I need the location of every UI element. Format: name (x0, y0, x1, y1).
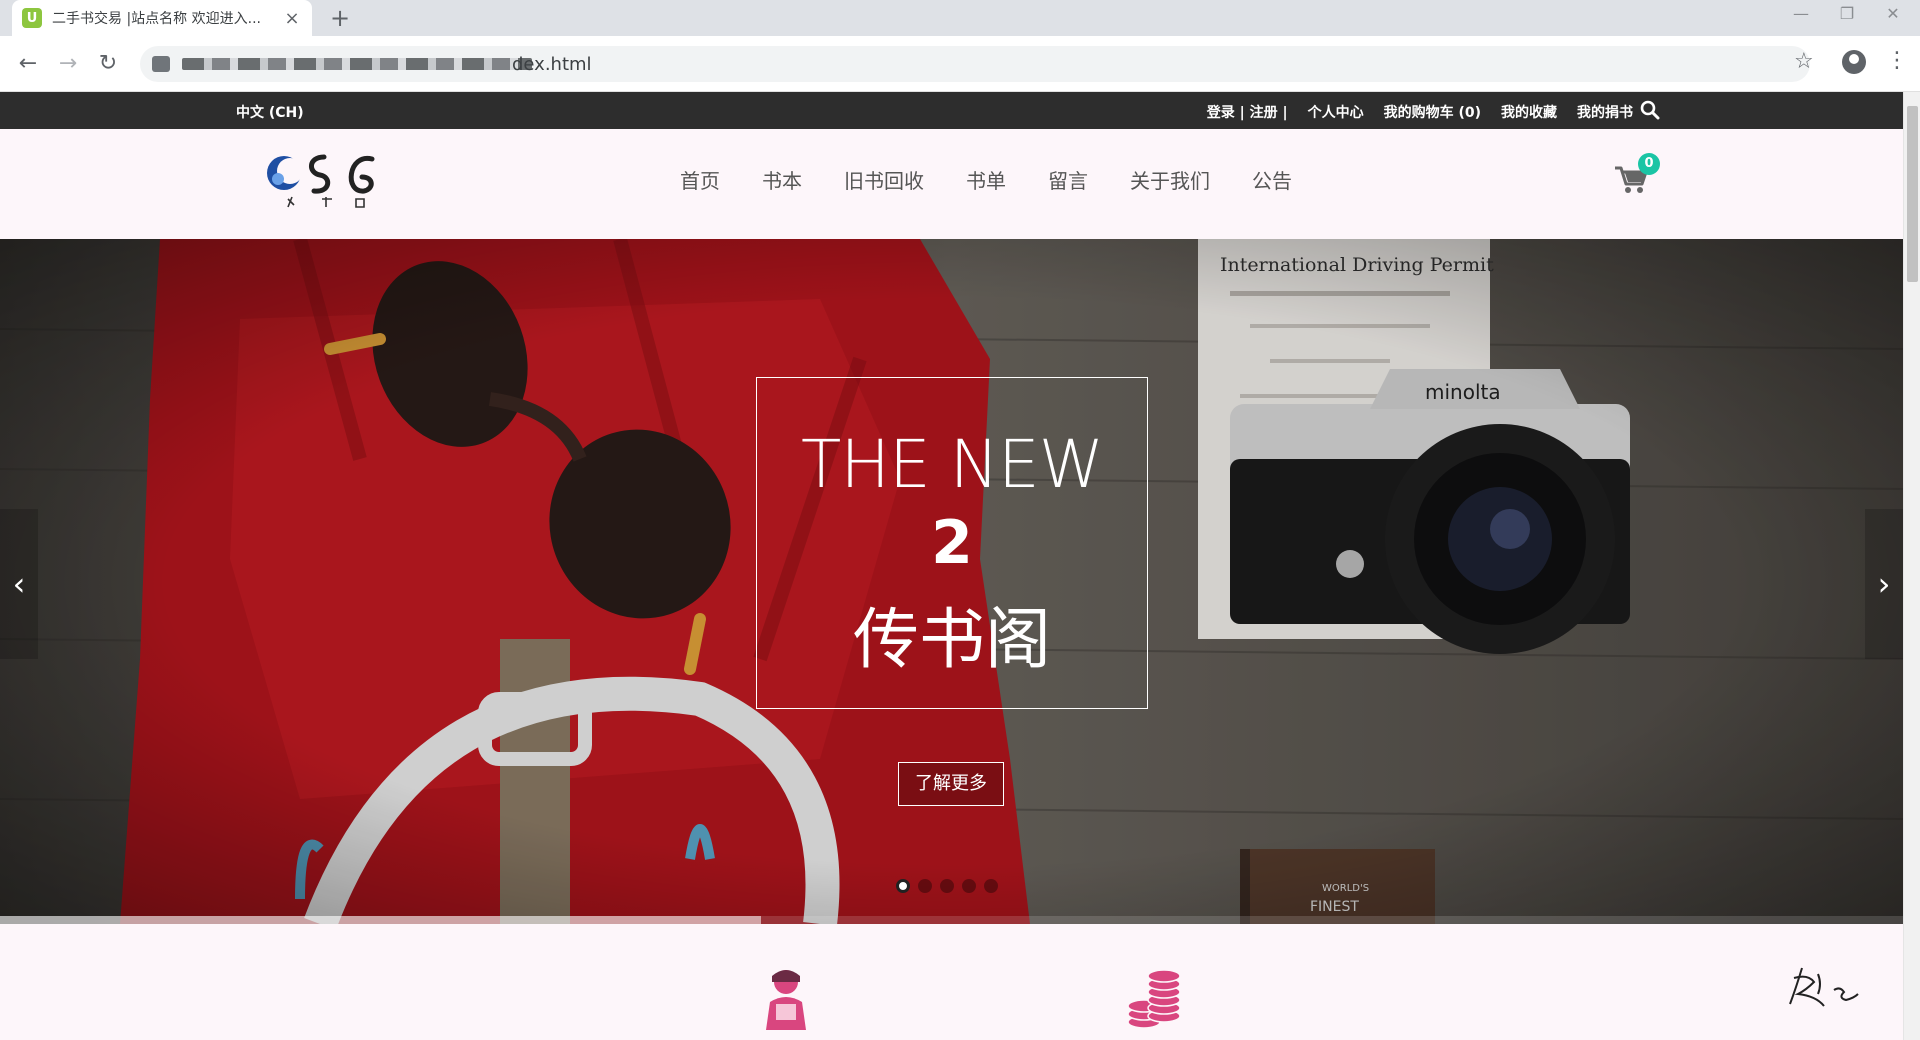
user-center-link[interactable]: 个人中心 (1308, 102, 1364, 122)
chevron-right-icon: › (1877, 565, 1891, 603)
url-redacted (182, 58, 532, 70)
main-navigation: 首页 书本 旧书回收 书单 留言 关于我们 公告 0 (0, 129, 1903, 237)
site-logo[interactable] (264, 149, 384, 211)
menu-item-home[interactable]: 首页 (680, 165, 720, 194)
tab-favicon-icon: U (22, 8, 42, 28)
search-icon[interactable] (1640, 100, 1660, 120)
login-register-link[interactable]: 登录 | 注册 | (1207, 102, 1288, 122)
chevron-left-icon: ‹ (12, 565, 26, 603)
profile-avatar-icon[interactable] (1842, 50, 1866, 74)
hero-caption-line-2: 2 (931, 508, 973, 578)
menu-item-books[interactable]: 书本 (762, 165, 802, 194)
handwritten-signature (1789, 967, 1859, 1007)
menu-item-notices[interactable]: 公告 (1252, 165, 1292, 194)
address-bar[interactable]: dex.html (140, 46, 1810, 82)
page-scrollbar[interactable] (1903, 92, 1920, 1040)
scrollbar-thumb[interactable] (1907, 106, 1918, 282)
carousel-dot[interactable] (984, 879, 998, 893)
menu-item-about[interactable]: 关于我们 (1130, 165, 1210, 194)
url-text: dex.html (512, 54, 592, 75)
my-favorites-link[interactable]: 我的收藏 (1501, 102, 1557, 122)
menu-item-recycle[interactable]: 旧书回收 (844, 165, 924, 194)
minimize-icon[interactable]: — (1778, 0, 1824, 32)
tab-title: 二手书交易 |站点名称 欢迎进入... (52, 11, 261, 27)
hero-caption-box: THE NEW 2 传书阁 (756, 377, 1148, 709)
main-menu: 首页 书本 旧书回收 书单 留言 关于我们 公告 (680, 165, 1292, 194)
carousel-dot[interactable] (918, 879, 932, 893)
reload-icon[interactable]: ↻ (94, 50, 122, 78)
page-viewport: 中文 (CH) 登录 | 注册 | 个人中心 我的购物车 (0) 我的收藏 我的… (0, 92, 1920, 1040)
features-section (0, 924, 1903, 1040)
language-switch[interactable]: 中文 (CH) (236, 102, 304, 122)
carousel-dot[interactable] (962, 879, 976, 893)
browser-tab[interactable]: U 二手书交易 |站点名称 欢迎进入... × (12, 0, 312, 36)
hero-carousel: International Driving Permit minolta WOR… (0, 239, 1903, 924)
new-tab-button[interactable]: + (326, 4, 354, 32)
menu-item-booklist[interactable]: 书单 (966, 165, 1006, 194)
my-cart-link[interactable]: 我的购物车 (0) (1384, 102, 1481, 122)
browser-tab-strip: U 二手书交易 |站点名称 欢迎进入... × + — ❐ ✕ (0, 0, 1920, 36)
site-info-icon[interactable] (152, 56, 170, 72)
forward-icon[interactable]: → (54, 50, 82, 78)
carousel-indicators (896, 879, 998, 893)
carousel-progress-bar (0, 916, 1903, 924)
back-icon[interactable]: ← (14, 50, 42, 78)
browser-menu-icon[interactable]: ⋮ (1886, 48, 1908, 73)
user-icon (766, 970, 806, 1030)
top-bar: 中文 (CH) 登录 | 注册 | 个人中心 我的购物车 (0) 我的收藏 我的… (0, 92, 1903, 129)
close-window-icon[interactable]: ✕ (1870, 0, 1916, 32)
browser-toolbar: ← → ↻ dex.html ☆ ⋮ (0, 36, 1920, 92)
coins-icon (1127, 969, 1181, 1029)
carousel-progress-fill (0, 916, 762, 924)
carousel-dot[interactable] (940, 879, 954, 893)
carousel-next-button[interactable]: › (1865, 509, 1903, 659)
my-donations-link[interactable]: 我的捐书 (1577, 102, 1633, 122)
carousel-prev-button[interactable]: ‹ (0, 509, 38, 659)
hero-caption-line-3: 传书阁 (853, 601, 1051, 678)
restore-icon[interactable]: ❐ (1824, 0, 1870, 32)
learn-more-button[interactable]: 了解更多 (898, 762, 1004, 806)
tab-close-icon[interactable]: × (282, 8, 302, 29)
carousel-dot[interactable] (896, 879, 910, 893)
menu-item-messages[interactable]: 留言 (1048, 165, 1088, 194)
cart-count-badge: 0 (1638, 153, 1660, 175)
bookmark-star-icon[interactable]: ☆ (1794, 49, 1814, 74)
hero-caption-line-1: THE NEW (801, 426, 1104, 503)
top-links: 登录 | 注册 | 个人中心 我的购物车 (0) 我的收藏 我的捐书 (1207, 102, 1633, 122)
